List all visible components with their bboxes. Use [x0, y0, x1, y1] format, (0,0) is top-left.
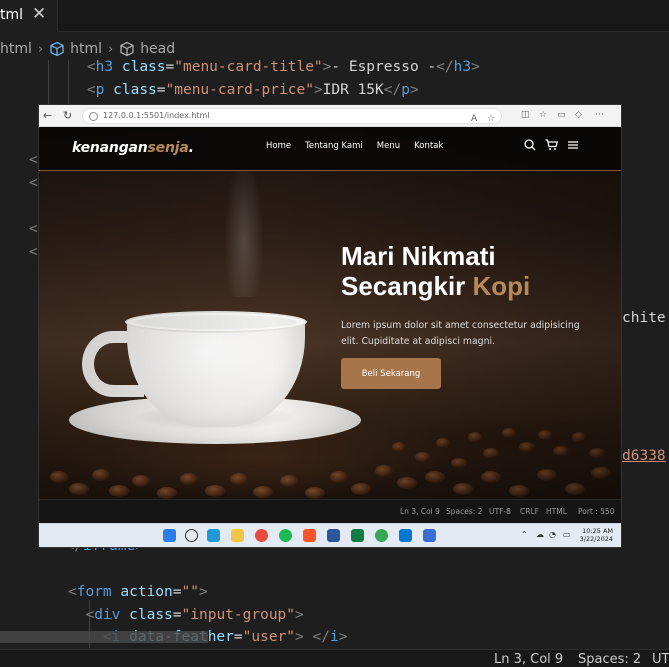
nav-link-menu[interactable]: Menu	[377, 141, 400, 151]
chevron-right-icon: ›	[107, 41, 114, 57]
breadcrumb-label: html	[70, 41, 102, 57]
split-screen-icon[interactable]: ◫	[521, 110, 530, 120]
vscode-icon[interactable]	[399, 529, 412, 542]
url-input[interactable]: 127.0.0.1:5501/index.html A ☆	[82, 108, 502, 124]
wifi-icon[interactable]: ◔	[549, 530, 556, 539]
buy-now-button[interactable]: Beli Sekarang	[341, 358, 441, 389]
tab-label: tml	[0, 7, 24, 23]
chevron-up-icon[interactable]: ⌃	[521, 530, 528, 539]
cube-icon	[50, 41, 64, 57]
inner-encoding: UTF-8	[489, 507, 511, 516]
nav-link-home[interactable]: Home	[266, 141, 291, 151]
editor-tab-bar: tml ✕	[0, 0, 669, 32]
more-icon[interactable]: ⋯	[595, 110, 604, 120]
code-fragment: <	[29, 175, 38, 191]
hamburger-menu-icon[interactable]	[567, 139, 579, 151]
chrome-alt-icon[interactable]	[375, 529, 388, 542]
breadcrumb-item[interactable]: head	[119, 41, 175, 57]
extensions-icon[interactable]: ◇	[575, 110, 582, 120]
inner-status-bar: Ln 3, Col 9 Spaces: 2 UTF-8 CRLF HTML Po…	[39, 499, 621, 523]
logo-main: kenangan	[72, 140, 148, 156]
edge-icon[interactable]	[207, 529, 220, 542]
reload-icon[interactable]: ↻	[63, 109, 72, 123]
logo-dot: .	[188, 140, 194, 156]
browser-window: ← ↻ 127.0.0.1:5501/index.html A ☆ ◫ ☆ ▭ …	[39, 105, 621, 547]
horizontal-scrollbar[interactable]	[0, 631, 208, 643]
brave-icon[interactable]	[303, 529, 316, 542]
encoding[interactable]: UT	[652, 652, 669, 667]
code-line[interactable]: <div class="input-group">	[68, 605, 303, 625]
code-fragment: chite	[622, 310, 666, 326]
hero-overlay	[39, 127, 621, 499]
nav-icons	[524, 139, 579, 151]
logo-accent: senja	[147, 140, 189, 156]
nav-link-kontak[interactable]: Kontak	[414, 141, 443, 151]
url-text: 127.0.0.1:5501/index.html	[103, 111, 210, 120]
hero-title-line2: Secangkir Kopi	[341, 271, 531, 301]
favorites-icon[interactable]: ☆	[539, 110, 547, 120]
cloud-icon[interactable]: ☁	[536, 530, 544, 539]
breadcrumb-label: head	[140, 41, 176, 57]
file-explorer-icon[interactable]	[231, 529, 244, 542]
address-bar: ← ↻ 127.0.0.1:5501/index.html A ☆ ◫ ☆ ▭ …	[39, 105, 621, 127]
breadcrumb-label: html	[0, 41, 32, 57]
indent-guide	[48, 60, 49, 105]
nav-link-tentang-kami[interactable]: Tentang Kami	[305, 141, 363, 151]
inner-port: Port : 550	[578, 507, 615, 516]
clock-date: 3/22/2024	[579, 535, 613, 543]
read-aloud-icon[interactable]: A	[471, 114, 477, 124]
hero-description: Lorem ipsum dolor sit amet consectetur a…	[341, 320, 580, 347]
nav-links: Home Tentang Kami Menu Kontak	[266, 141, 443, 151]
search-icon[interactable]	[185, 529, 198, 542]
taskbar-clock[interactable]: 10:25 AM 3/22/2024	[579, 527, 613, 543]
chrome-icon[interactable]	[255, 529, 268, 542]
site-logo[interactable]: kenangansenja.	[72, 140, 194, 156]
code-fragment: <	[29, 221, 38, 237]
word-icon[interactable]	[327, 529, 340, 542]
code-fragment: <	[29, 244, 38, 260]
hero-title: Mari Nikmati Secangkir Kopi	[341, 241, 530, 301]
inner-cursor-position: Ln 3, Col 9	[400, 507, 440, 516]
search-icon[interactable]	[524, 139, 536, 151]
code-fragment: <	[29, 152, 38, 168]
code-line[interactable]: <form action="">	[68, 582, 208, 602]
start-icon[interactable]	[163, 529, 176, 542]
editor-tab[interactable]: tml ✕	[0, 0, 58, 32]
excel-icon[interactable]	[351, 529, 364, 542]
inner-language: HTML	[546, 507, 567, 516]
site-navbar: kenangansenja. Home Tentang Kami Menu Ko…	[39, 127, 621, 171]
hero-title-line1: Mari Nikmati	[341, 241, 496, 271]
battery-icon[interactable]: ▭	[563, 530, 571, 539]
website-viewport: kenangansenja. Home Tentang Kami Menu Ko…	[39, 127, 621, 499]
favorite-icon[interactable]: ☆	[487, 114, 495, 124]
collections-icon[interactable]: ▭	[557, 110, 566, 120]
editor-status-bar: Ln 3, Col 9 Spaces: 2 UT	[0, 649, 669, 667]
app-icon[interactable]	[423, 529, 436, 542]
close-icon[interactable]: ✕	[32, 4, 46, 24]
inner-indent: Spaces: 2	[446, 507, 483, 516]
back-icon[interactable]: ←	[43, 109, 52, 123]
breadcrumb-item[interactable]: html	[0, 41, 32, 57]
code-line[interactable]: <h3 class="menu-card-title">- Espresso -…	[52, 57, 480, 77]
cube-icon	[120, 41, 134, 57]
spotify-icon[interactable]	[279, 529, 292, 542]
shopping-cart-icon[interactable]	[545, 139, 558, 151]
windows-taskbar: ⌃ ☁ ◔ ▭ 10:25 AM 3/22/2024	[39, 523, 621, 547]
cursor-position[interactable]: Ln 3, Col 9	[494, 652, 563, 667]
code-line[interactable]: <p class="menu-card-price">IDR 15K</p>	[52, 80, 419, 100]
indent-setting[interactable]: Spaces: 2	[578, 652, 641, 667]
chevron-right-icon: ›	[37, 41, 44, 57]
clock-time: 10:25 AM	[582, 527, 613, 535]
inner-eol: CRLF	[520, 507, 539, 516]
breadcrumb-item[interactable]: html	[49, 41, 102, 57]
info-icon[interactable]	[89, 112, 98, 121]
hero-title-accent: Kopi	[472, 271, 531, 301]
code-fragment: d6338	[622, 448, 666, 464]
